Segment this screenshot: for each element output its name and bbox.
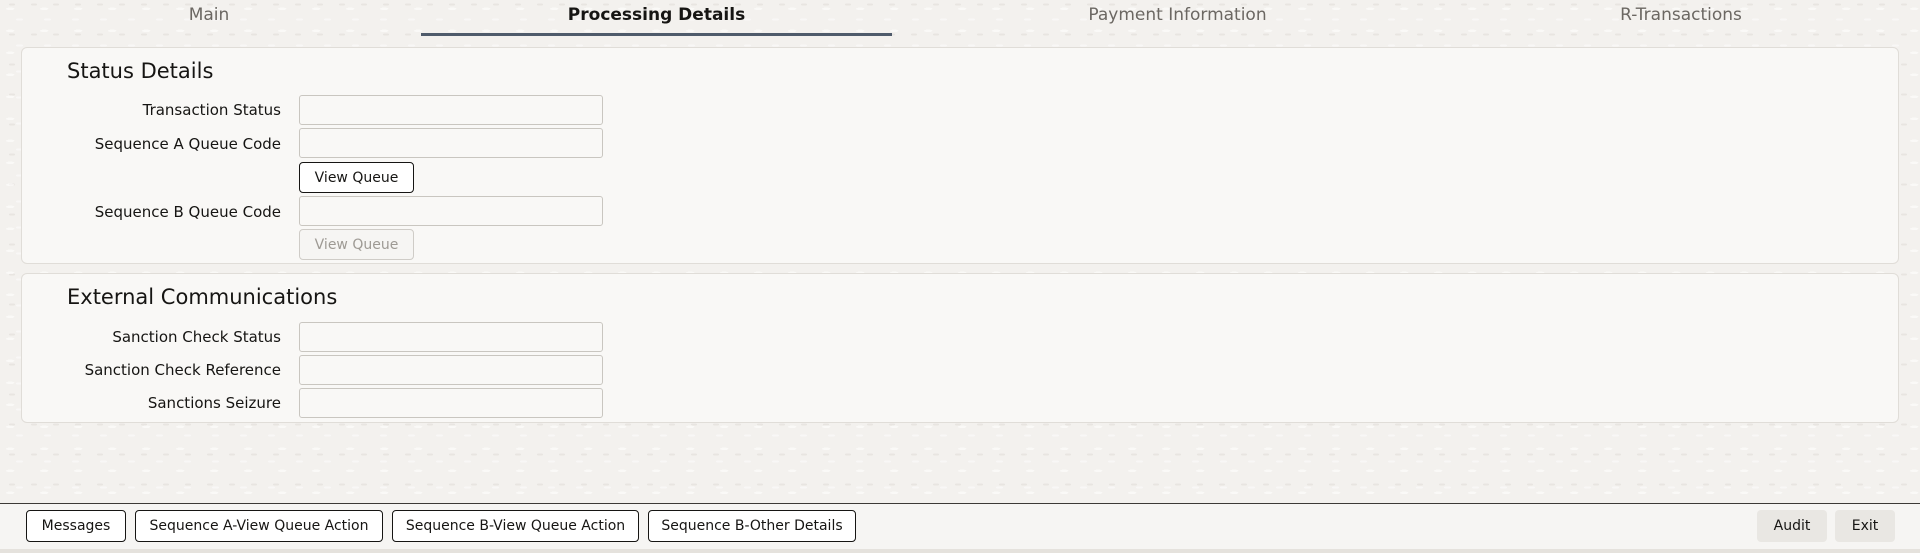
messages-button[interactable]: Messages — [26, 510, 126, 542]
sequence-a-view-queue-button[interactable]: View Queue — [299, 162, 414, 193]
tab-payment-information[interactable]: Payment Information — [924, 0, 1431, 36]
sanctions-seizure-field[interactable] — [299, 388, 603, 418]
external-communications-title: External Communications — [67, 285, 338, 309]
sequence-b-view-queue-action-button[interactable]: Sequence B-View Queue Action — [392, 510, 639, 542]
external-communications-panel: External Communications Sanction Check S… — [21, 273, 1899, 423]
sequence-a-queue-code-field[interactable] — [299, 128, 603, 158]
tab-r-transactions[interactable]: R-Transactions — [1431, 0, 1920, 36]
sequence-a-view-queue-action-button[interactable]: Sequence A-View Queue Action — [135, 510, 383, 542]
tab-processing-details[interactable]: Processing Details — [421, 0, 892, 36]
status-details-title: Status Details — [67, 59, 214, 83]
footer-bottom-strip — [0, 549, 1920, 553]
sequence-b-other-details-button[interactable]: Sequence B-Other Details — [648, 510, 856, 542]
transaction-status-field[interactable] — [299, 95, 603, 125]
sanction-check-status-field[interactable] — [299, 322, 603, 352]
tab-bar: Main Processing Details Payment Informat… — [0, 0, 1920, 37]
footer-toolbar: Messages Sequence A-View Queue Action Se… — [0, 503, 1920, 550]
sanction-check-reference-field[interactable] — [299, 355, 603, 385]
exit-button[interactable]: Exit — [1835, 510, 1895, 542]
audit-button[interactable]: Audit — [1757, 510, 1827, 542]
status-details-panel: Status Details Transaction Status Sequen… — [21, 47, 1899, 264]
sequence-b-queue-code-field[interactable] — [299, 196, 603, 226]
sanctions-seizure-label: Sanctions Seizure — [147, 394, 281, 412]
sequence-b-view-queue-button: View Queue — [299, 229, 414, 260]
transaction-status-label: Transaction Status — [142, 101, 281, 119]
sanction-check-status-label: Sanction Check Status — [112, 328, 281, 346]
sequence-b-queue-code-label: Sequence B Queue Code — [94, 203, 281, 221]
sanction-check-reference-label: Sanction Check Reference — [84, 361, 281, 379]
tab-main[interactable]: Main — [0, 0, 418, 36]
sequence-a-queue-code-label: Sequence A Queue Code — [94, 135, 281, 153]
